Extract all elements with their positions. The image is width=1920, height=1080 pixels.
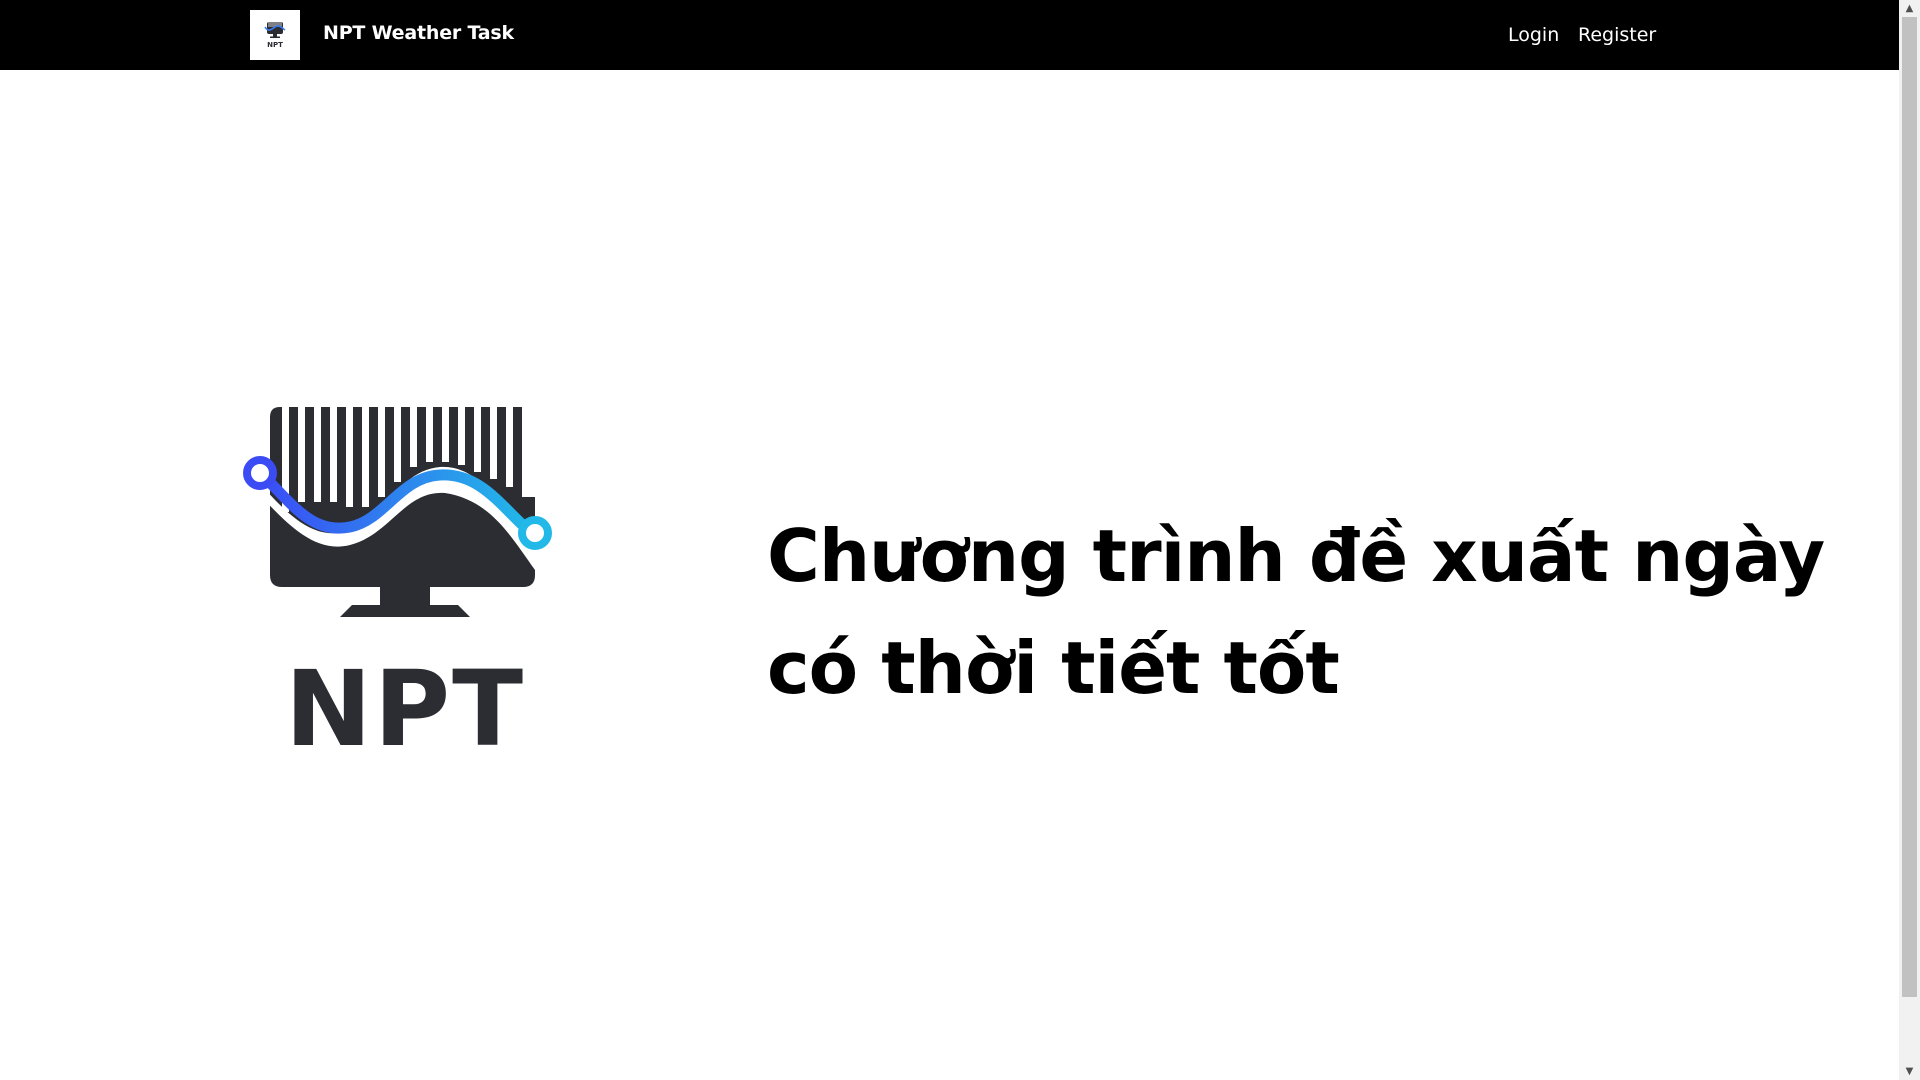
svg-text:NPT: NPT	[267, 41, 283, 49]
scrollbar[interactable]: ▲ ▼	[1899, 0, 1920, 1080]
npt-logo-icon: NPT	[264, 22, 286, 49]
scroll-thumb[interactable]	[1902, 17, 1917, 997]
nav-login-link[interactable]: Login	[1508, 24, 1559, 46]
hero-headline: Chương trình đề xuất ngày có thời tiết t…	[767, 514, 1825, 710]
scroll-down-arrow-icon[interactable]: ▼	[1899, 1063, 1920, 1080]
scroll-up-arrow-icon[interactable]: ▲	[1899, 0, 1920, 17]
brand-logo[interactable]: NPT	[250, 10, 300, 60]
page: NPT NPT Weather Task Login Register NPT …	[0, 0, 1920, 1080]
navbar: NPT NPT Weather Task Login Register	[0, 0, 1899, 70]
nav-register-link[interactable]: Register	[1578, 24, 1656, 46]
npt-logo-text: NPT	[285, 648, 525, 765]
npt-hero-logo: NPT	[243, 407, 552, 765]
brand-title[interactable]: NPT Weather Task	[323, 22, 514, 44]
